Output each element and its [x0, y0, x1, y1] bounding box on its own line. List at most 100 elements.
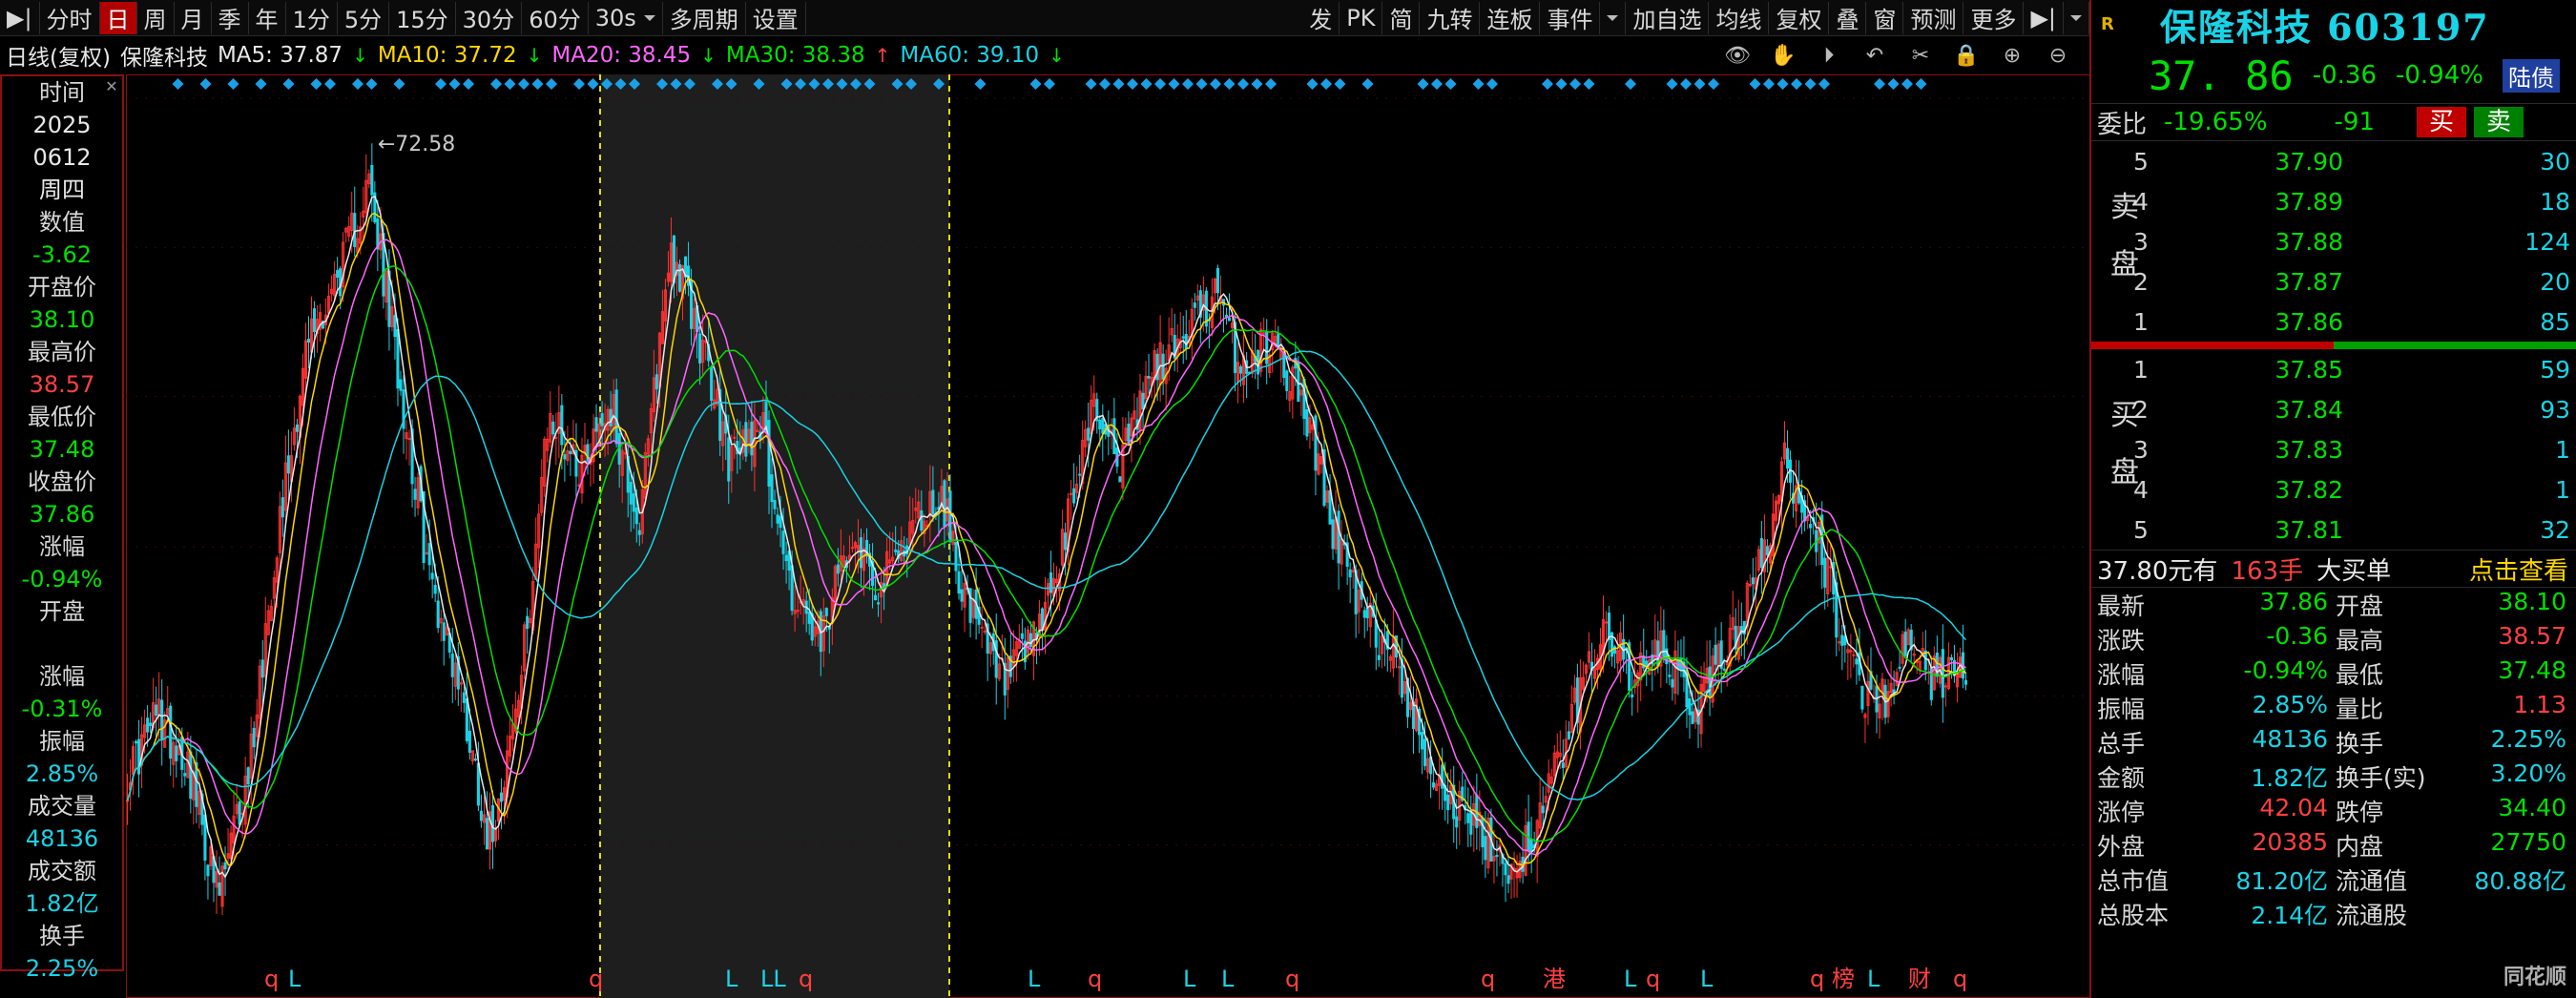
buy-button[interactable]: 买 — [2417, 107, 2467, 137]
toolbar-right-4[interactable]: 连板 — [1480, 1, 1541, 34]
stock-name-code: 保隆科技 603197 — [2159, 5, 2490, 49]
candle-body — [677, 263, 682, 292]
chevron-down-icon[interactable] — [1607, 14, 1619, 27]
close-icon[interactable]: ✕ — [103, 78, 120, 95]
book-row[interactable]: 5 37.81 32 — [2091, 509, 2576, 550]
toolbar-day[interactable]: 日 — [99, 1, 137, 34]
book-row[interactable]: 2 37.84 93 — [2091, 389, 2576, 429]
candle-body — [1155, 353, 1159, 381]
stat-value: 38.10 — [2498, 588, 2566, 615]
candle-body — [948, 490, 952, 543]
scissors-icon[interactable]: ✂ — [1908, 43, 1933, 68]
toolbar-right-5[interactable]: 事件 — [1540, 1, 1601, 34]
book-row[interactable]: 4 37.82 1 — [2091, 469, 2576, 509]
candle-body — [1314, 415, 1318, 471]
toolbar-settings[interactable]: 设置 — [746, 1, 806, 34]
candle-body — [1441, 764, 1444, 789]
toolbar-right-10[interactable]: 叠 — [1829, 1, 1867, 34]
big-order-row[interactable]: 37.80元有 163手 大买单 点击查看 — [2091, 550, 2576, 588]
big-order-view-link[interactable]: 点击查看 — [2469, 551, 2568, 587]
book-row[interactable]: 2 37.87 20 — [2091, 261, 2576, 301]
info-label: 收盘价 — [28, 468, 96, 495]
book-level: 3 — [2133, 227, 2149, 256]
toolbar-right-6[interactable] — [1600, 1, 1627, 34]
toolbar-season[interactable]: 季 — [212, 1, 249, 34]
book-row[interactable]: 3 37.88 124 — [2091, 221, 2576, 261]
book-price: 37.81 — [2275, 515, 2343, 544]
book-row[interactable]: 3 37.83 1 — [2091, 429, 2576, 469]
event-diamond-icon — [1237, 78, 1249, 90]
weibi-label: 委比 — [2097, 110, 2148, 139]
kline-chart[interactable]: ←72.58qLqLLLqLqLLqq港LqLq榜L财q 75.4665.905… — [126, 74, 2184, 998]
event-diamond-icon — [1818, 78, 1830, 90]
stat-cell: 最新 37.86 — [2091, 588, 2330, 622]
book-row[interactable]: 5 37.90 30 — [2091, 141, 2576, 181]
lock-icon[interactable]: 🔒 — [1953, 43, 1979, 68]
undo-icon[interactable]: ↶ — [1862, 43, 1887, 68]
zoom-out-icon[interactable]: ⊖ — [2046, 43, 2070, 68]
toolbar-right-8[interactable]: 均线 — [1709, 1, 1770, 34]
kline-svg[interactable]: ←72.58q Lq L LL q Lq L Lq q 港 Lq Lq 榜 L 财 q — [126, 74, 2089, 998]
toolbar-m60[interactable]: 60分 — [522, 1, 589, 34]
toolbar-right-14[interactable]: ▶| — [2024, 1, 2064, 34]
toolbar-month[interactable]: 月 — [175, 1, 212, 34]
period-label[interactable]: 日线(复权) — [6, 39, 111, 72]
sell-button[interactable]: 卖 — [2474, 107, 2524, 137]
book-row[interactable]: 1 37.85 59 — [2091, 349, 2576, 389]
candle-body — [773, 500, 777, 509]
chevron-down-icon[interactable] — [2070, 14, 2082, 27]
toolbar-m1[interactable]: 1分 — [286, 1, 338, 34]
toolbar-right-15[interactable] — [2064, 1, 2089, 34]
toolbar-m30[interactable]: 30分 — [456, 1, 523, 34]
toolbar-m5[interactable]: 5分 — [338, 1, 390, 34]
stat-key: 总股本 — [2097, 902, 2170, 929]
stat-row: 总股本 2.14亿 流通股 — [2091, 897, 2576, 931]
toolbar-week[interactable]: 周 — [137, 1, 175, 34]
toolbar-right-9[interactable]: 复权 — [1769, 1, 1830, 34]
eye-icon[interactable]: 👁 — [1724, 43, 1751, 68]
candle-body — [246, 767, 250, 785]
lugu-badge[interactable]: 陆债 — [2502, 58, 2560, 93]
info-value: 2.85% — [25, 760, 99, 787]
toolbar-right-3[interactable]: 九转 — [1420, 1, 1481, 34]
zoom-in-icon[interactable]: ⊕ — [2000, 43, 2025, 68]
book-row[interactable]: 4 37.89 18 — [2091, 181, 2576, 221]
bottom-marker: L — [1028, 966, 1041, 992]
candle-body — [654, 374, 658, 390]
toolbar-m15[interactable]: 15分 — [389, 1, 456, 34]
stat-value: 2.85% — [2252, 691, 2328, 718]
candle-body — [569, 450, 572, 454]
toolbar-right-12[interactable]: 预测 — [1903, 1, 1964, 34]
book-row[interactable]: 1 37.86 85 — [2091, 301, 2576, 342]
candle-body — [155, 704, 158, 716]
book-level: 3 — [2133, 435, 2149, 464]
toolbar-multi[interactable]: 多周期 — [663, 1, 746, 34]
info-value: -0.31% — [21, 696, 103, 722]
candle-body — [1506, 875, 1510, 884]
toolbar-right-7[interactable]: 加自选 — [1626, 1, 1710, 34]
toolbar-s30[interactable]: 30s — [589, 1, 663, 34]
candle-body — [1193, 302, 1196, 308]
toolbar-right-1[interactable]: PK — [1340, 1, 1383, 34]
candle-body — [1302, 378, 1306, 420]
toolbar-home[interactable]: ▶| — [0, 1, 40, 34]
toolbar-right-13[interactable]: 更多 — [1963, 1, 2025, 34]
toolbar-fenshi[interactable]: 分时 — [40, 1, 100, 34]
toolbar-right-11[interactable]: 窗 — [1866, 1, 1904, 34]
book-price: 37.87 — [2275, 267, 2343, 296]
candle-body — [1305, 409, 1309, 437]
event-diamond-icon — [1168, 78, 1180, 90]
candle-body — [526, 615, 530, 630]
info-label: 换手 — [39, 923, 85, 949]
stat-key: 涨跌 — [2097, 627, 2146, 655]
play-icon[interactable]: ⏵ — [1817, 43, 1841, 68]
event-diamond-icon — [1776, 78, 1789, 90]
toolbar-right-0[interactable]: 发 — [1302, 1, 1340, 34]
candle-body — [767, 420, 771, 487]
candle-body — [1446, 794, 1450, 811]
toolbar-right-2[interactable]: 简 — [1382, 1, 1421, 34]
hand-icon[interactable]: ✋ — [1770, 43, 1796, 68]
book-volume: 32 — [2540, 515, 2570, 544]
stat-key: 开盘 — [2336, 593, 2384, 620]
toolbar-year[interactable]: 年 — [249, 1, 286, 34]
